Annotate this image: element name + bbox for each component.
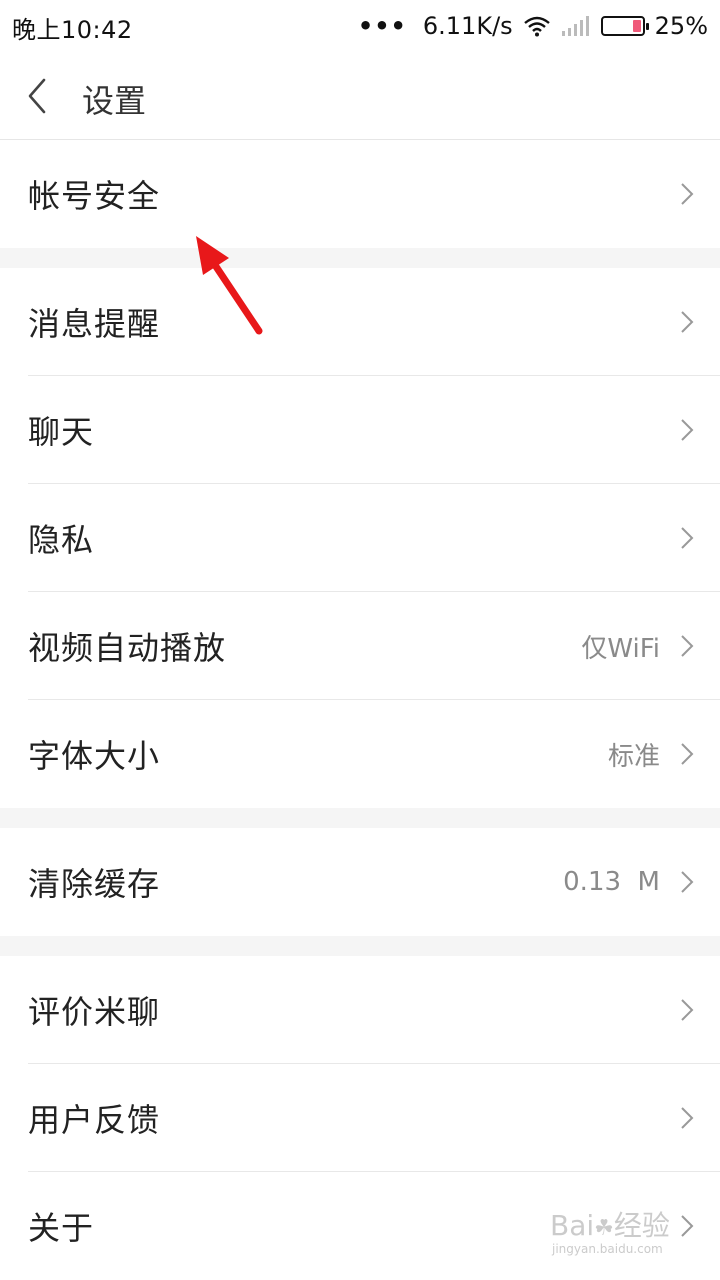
settings-item-feedback[interactable]: 用户反馈 — [0, 1064, 720, 1172]
settings-item-label: 帐号安全 — [28, 177, 161, 215]
status-indicators: ••• 6.11K/s 25% — [358, 8, 708, 44]
app-header: 设置 — [0, 52, 720, 140]
settings-item-label: 用户反馈 — [28, 1101, 161, 1139]
settings-list: 帐号安全 消息提醒 聊天 隐私 视频自动播放 仅WiFi 字体大小 标准 清除缓… — [0, 140, 720, 1280]
settings-item-label: 消息提醒 — [28, 305, 161, 343]
chevron-right-icon — [681, 871, 694, 893]
battery-level — [632, 20, 641, 32]
chevron-right-icon — [681, 311, 694, 333]
settings-group-general: 消息提醒 聊天 隐私 视频自动播放 仅WiFi 字体大小 标准 — [0, 268, 720, 808]
watermark-url: jingyan.baidu.com — [552, 1242, 663, 1256]
settings-item-chat[interactable]: 聊天 — [0, 376, 720, 484]
signal-icon — [561, 16, 589, 36]
settings-item-account-security[interactable]: 帐号安全 — [0, 140, 720, 248]
settings-item-label: 隐私 — [28, 521, 95, 559]
chevron-right-icon — [681, 1107, 694, 1129]
settings-item-value: 标准 — [607, 741, 660, 772]
settings-item-clear-cache[interactable]: 清除缓存 0.13 M — [0, 828, 720, 936]
settings-item-value: 0.13 M — [563, 867, 660, 897]
battery-icon — [600, 16, 649, 36]
chevron-right-icon — [681, 635, 694, 657]
back-button[interactable] — [22, 74, 62, 118]
chevron-right-icon — [681, 743, 694, 765]
settings-item-notifications[interactable]: 消息提醒 — [0, 268, 720, 376]
page-title: 设置 — [82, 82, 147, 120]
group-separator — [0, 248, 720, 268]
chevron-right-icon — [681, 183, 694, 205]
wifi-icon — [523, 16, 550, 37]
settings-group-account: 帐号安全 — [0, 140, 720, 248]
settings-group-storage: 清除缓存 0.13 M — [0, 828, 720, 936]
status-time: 晚上10:42 — [12, 16, 133, 44]
watermark-logo: Bai☘经验 — [550, 1209, 670, 1242]
settings-item-label: 字体大小 — [28, 737, 161, 775]
status-bar: 晚上10:42 ••• 6.11K/s 25% — [0, 0, 720, 52]
more-notifications-icon: ••• — [357, 12, 407, 40]
settings-item-value: 仅WiFi — [581, 633, 660, 664]
chevron-right-icon — [681, 419, 694, 441]
settings-item-font-size[interactable]: 字体大小 标准 — [0, 700, 720, 808]
chevron-left-icon — [28, 78, 46, 114]
settings-item-privacy[interactable]: 隐私 — [0, 484, 720, 592]
battery-percentage: 25% — [654, 12, 708, 40]
settings-item-label: 聊天 — [28, 413, 95, 451]
settings-item-label: 清除缓存 — [28, 865, 161, 903]
network-speed: 6.11K/s — [422, 12, 513, 40]
settings-item-label: 视频自动播放 — [28, 629, 227, 667]
settings-item-rate-app[interactable]: 评价米聊 — [0, 956, 720, 1064]
settings-item-video-autoplay[interactable]: 视频自动播放 仅WiFi — [0, 592, 720, 700]
settings-item-label: 评价米聊 — [28, 993, 161, 1031]
group-separator — [0, 808, 720, 828]
group-separator — [0, 936, 720, 956]
chevron-right-icon — [681, 527, 694, 549]
baidu-jingyan-watermark: Bai☘经验 jingyan.baidu.com — [550, 1204, 690, 1260]
chevron-right-icon — [681, 999, 694, 1021]
